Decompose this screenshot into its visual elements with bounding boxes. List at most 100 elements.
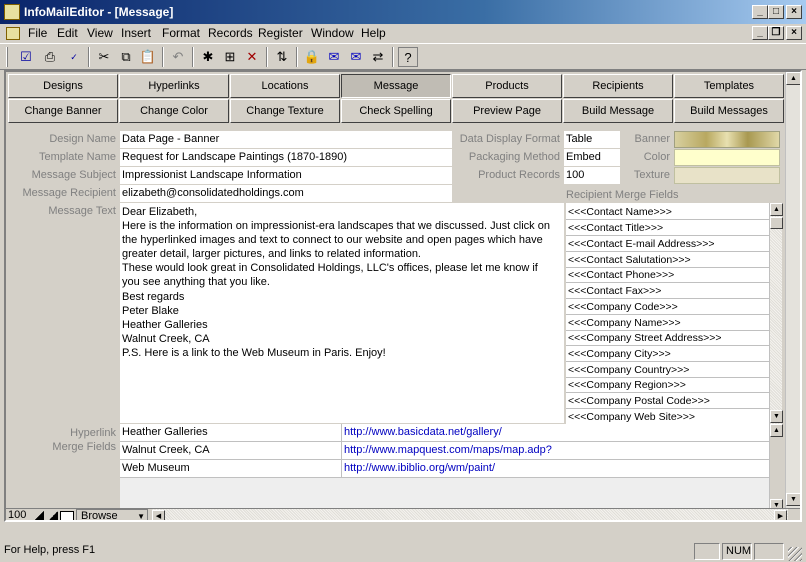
title-bar: InfoMailEditor - [Message] _ □ × [0, 0, 806, 24]
table-row[interactable]: Web Museum http://www.ibiblio.org/wm/pai… [120, 460, 769, 478]
tab-locations[interactable]: Locations [230, 74, 340, 98]
app-icon[interactable] [4, 4, 20, 20]
form-scrollbar[interactable]: ▲ ▼ [785, 72, 800, 508]
tab-designs[interactable]: Designs [8, 74, 118, 98]
list-item[interactable]: <<<Contact Phone>>> [566, 268, 769, 283]
spell-check-icon[interactable]: ✓ [64, 47, 84, 67]
banner-swatch[interactable] [674, 131, 780, 148]
zoom-level[interactable]: 100 [8, 509, 26, 520]
texture-swatch[interactable] [674, 167, 780, 184]
list-item[interactable]: <<<Contact E-mail Address>>> [566, 237, 769, 252]
product-records-field[interactable]: 100 [564, 167, 620, 184]
maximize-button[interactable]: □ [768, 5, 784, 19]
form-scroll-up-icon[interactable]: ▲ [786, 72, 800, 85]
status-text: For Help, press F1 [4, 544, 96, 556]
tab-message[interactable]: Message [341, 74, 451, 98]
merge-list-scrollbar[interactable]: ▲ ▼ [769, 203, 783, 424]
menu-edit[interactable]: Edit [57, 26, 78, 40]
list-item[interactable]: <<<Contact Salutation>>> [566, 253, 769, 268]
change-banner-button[interactable]: Change Banner [8, 99, 118, 123]
data-display-format-field[interactable]: Table [564, 131, 620, 148]
send-icon[interactable]: ✉ [324, 47, 344, 67]
horizontal-scrollbar[interactable]: ◀ ▶ [152, 509, 788, 520]
packaging-method-field[interactable]: Embed [564, 149, 620, 166]
minimize-button[interactable]: _ [752, 5, 768, 19]
tab-products[interactable]: Products [452, 74, 562, 98]
menu-format[interactable]: Format [162, 26, 200, 40]
lock-icon[interactable]: 🔒 [302, 47, 322, 67]
menu-register[interactable]: Register [258, 26, 303, 40]
hyperlink-name: Web Museum [120, 460, 342, 477]
menu-file[interactable]: File [28, 26, 47, 40]
hyperlink-url[interactable]: http://www.basicdata.net/gallery/ [342, 424, 502, 441]
merge-scroll-thumb[interactable] [770, 217, 783, 229]
list-item[interactable]: <<<Contact Fax>>> [566, 284, 769, 299]
menu-records[interactable]: Records [208, 26, 253, 40]
table-row[interactable]: Heather Galleries http://www.basicdata.n… [120, 424, 769, 442]
mode-select[interactable]: Browse ▼ [76, 509, 148, 520]
help-icon[interactable]: ? [398, 47, 418, 67]
build-message-button[interactable]: Build Message [563, 99, 673, 123]
send-all-icon[interactable]: ✉ [346, 47, 366, 67]
document-icon[interactable] [6, 27, 20, 40]
table-row[interactable]: Walnut Creek, CA http://www.mapquest.com… [120, 442, 769, 460]
check-spelling-button[interactable]: Check Spelling [341, 99, 451, 123]
color-swatch[interactable] [674, 149, 780, 166]
change-texture-button[interactable]: Change Texture [230, 99, 340, 123]
list-item[interactable]: <<<Company Country>>> [566, 363, 769, 378]
mdi-close-button[interactable]: × [786, 26, 802, 40]
scroll-left-icon[interactable]: ◀ [152, 510, 165, 520]
scroll-right-icon[interactable]: ▶ [774, 510, 787, 520]
connect-icon[interactable]: ⇄ [368, 47, 388, 67]
list-item[interactable]: <<<Company Name>>> [566, 316, 769, 331]
zoom-out-icon[interactable] [32, 511, 44, 520]
list-item[interactable]: <<<Company Street Address>>> [566, 331, 769, 346]
list-item[interactable]: <<<Company Postal Code>>> [566, 394, 769, 409]
close-button[interactable]: × [786, 5, 802, 19]
menu-view[interactable]: View [87, 26, 113, 40]
paste-icon[interactable]: 📋 [138, 47, 158, 67]
undo-icon[interactable]: ↶ [168, 47, 188, 67]
copy-record-icon[interactable]: ⊞ [220, 47, 240, 67]
hyperlink-scroll-up-icon[interactable]: ▲ [770, 424, 783, 437]
tab-templates[interactable]: Templates [674, 74, 784, 98]
hyperlink-url[interactable]: http://www.ibiblio.org/wm/paint/ [342, 460, 495, 477]
mdi-minimize-button[interactable]: _ [752, 26, 768, 40]
list-item[interactable]: <<<Contact Title>>> [566, 221, 769, 236]
tab-hyperlinks[interactable]: Hyperlinks [119, 74, 229, 98]
zoom-in-icon[interactable] [46, 511, 58, 520]
preview-page-button[interactable]: Preview Page [452, 99, 562, 123]
menu-insert[interactable]: Insert [121, 26, 151, 40]
list-item[interactable]: <<<Company Web Site>>> [566, 410, 769, 425]
change-color-button[interactable]: Change Color [119, 99, 229, 123]
build-messages-button[interactable]: Build Messages [674, 99, 784, 123]
message-recipient-field[interactable]: elizabeth@consolidatedholdings.com [120, 185, 452, 202]
form-scroll-down-icon[interactable]: ▼ [786, 493, 800, 506]
message-text-label: Message Text [48, 205, 116, 217]
print-icon[interactable]: ⎙ [40, 47, 60, 67]
merge-scroll-down-icon[interactable]: ▼ [770, 410, 783, 423]
menu-help[interactable]: Help [361, 26, 386, 40]
tab-recipients[interactable]: Recipients [563, 74, 673, 98]
mdi-restore-button[interactable]: ❐ [768, 26, 784, 40]
list-item[interactable]: <<<Company Code>>> [566, 300, 769, 315]
hyperlink-url[interactable]: http://www.mapquest.com/maps/map.adp? [342, 442, 552, 459]
hyperlink-scrollbar[interactable]: ▲ ▼ [769, 424, 783, 512]
view-mode-icon[interactable] [60, 511, 74, 520]
copy-icon[interactable]: ⧉ [116, 47, 136, 67]
sort-icon[interactable]: ⇅ [272, 47, 292, 67]
menu-window[interactable]: Window [311, 26, 354, 40]
delete-record-icon[interactable]: ✕ [242, 47, 262, 67]
message-subject-field[interactable]: Impressionist Landscape Information [120, 167, 452, 184]
template-name-field[interactable]: Request for Landscape Paintings (1870-18… [120, 149, 452, 166]
list-item[interactable]: <<<Company Region>>> [566, 378, 769, 393]
design-name-field[interactable]: Data Page - Banner [120, 131, 452, 148]
merge-scroll-up-icon[interactable]: ▲ [770, 203, 783, 216]
checkbox-icon[interactable]: ☑ [16, 47, 36, 67]
new-record-icon[interactable]: ✱ [198, 47, 218, 67]
list-item[interactable]: <<<Contact Name>>> [566, 205, 769, 220]
list-item[interactable]: <<<Company City>>> [566, 347, 769, 362]
resize-grip-icon[interactable] [788, 547, 802, 561]
cut-icon[interactable]: ✂ [94, 47, 114, 67]
message-text-area[interactable]: Dear Elizabeth, Here is the information … [120, 203, 564, 423]
